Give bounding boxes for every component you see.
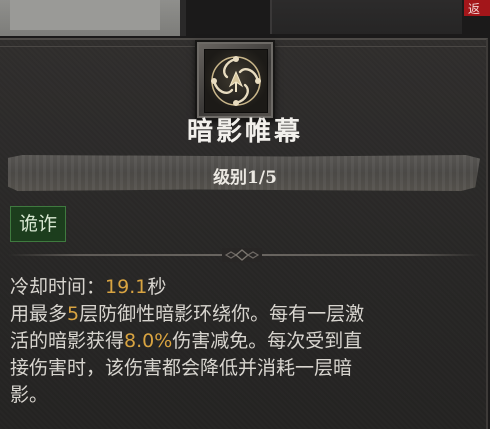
game-screen: 返 暗影帷幕 级别1/5 诡诈 冷却时间：19.1秒 用最多5层防御性暗影环绕你… — [0, 0, 490, 429]
description-line-3: 接伤害时，该伤害都会降低并消耗一层暗 — [10, 357, 353, 379]
cooldown-line: 冷却时间：19.1秒 — [10, 274, 480, 301]
divider-ornament-icon — [222, 248, 262, 262]
background-panel-left — [0, 0, 186, 36]
description-line-2: 活的暗影获得8.0%伤害减免。每次受到直 — [10, 328, 480, 355]
cooldown-unit: 秒 — [147, 276, 167, 298]
desc-text: 伤害减免。每次受到直 — [172, 330, 363, 352]
description-line-4: 影。 — [10, 384, 49, 406]
skill-tag: 诡诈 — [10, 206, 67, 242]
description-line-1: 用最多5层防御性暗影环绕你。每有一层激 — [10, 301, 480, 328]
skill-rank: 级别1/5 — [213, 168, 277, 188]
damage-reduction-value: 8.0% — [124, 330, 173, 352]
swirl-rune-icon — [204, 49, 268, 113]
corner-badge-label: 返 — [468, 2, 481, 16]
desc-text: 用最多 — [10, 303, 68, 325]
desc-text: 层防御性暗影环绕你。每有一层激 — [79, 303, 365, 325]
skill-title: 暗影帷幕 — [186, 117, 303, 147]
skill-icon-frame — [195, 40, 275, 120]
background-panel-right — [270, 0, 462, 34]
desc-text: 活的暗影获得 — [10, 330, 125, 352]
close-corner-button[interactable]: 返 — [464, 0, 490, 16]
cooldown-label: 冷却时间： — [10, 276, 106, 298]
stack-count: 5 — [67, 303, 80, 325]
skill-description: 冷却时间：19.1秒 用最多5层防御性暗影环绕你。每有一层激 活的暗影获得8.0… — [10, 274, 480, 409]
background-panel-left-inner — [10, 0, 160, 30]
cooldown-value: 19.1 — [105, 276, 148, 298]
